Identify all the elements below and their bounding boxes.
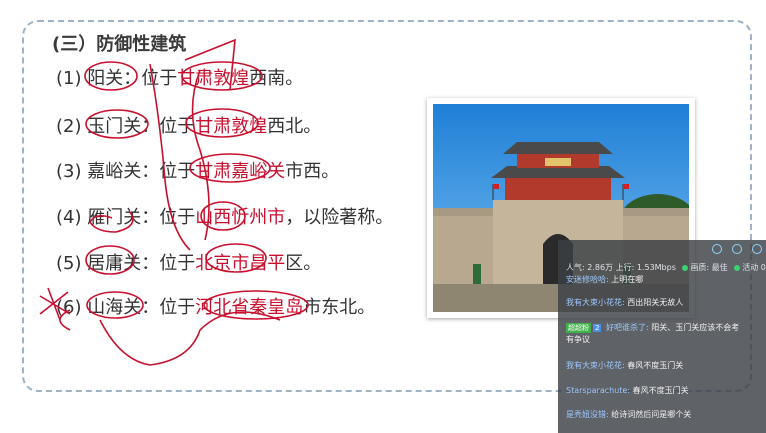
item-sep: ：位于: [141, 161, 196, 182]
chat-message: 超超粉 2 好吧谁杀了: 阳关、玉门关应该不会考: [566, 322, 762, 333]
item-rest: ，以险著称。: [285, 207, 394, 228]
pass-name: 玉门关: [87, 116, 142, 137]
list-item: (2) 玉门关：位于甘肃敦煌西北。: [56, 112, 321, 138]
fan-badge: 超超粉: [566, 323, 591, 333]
item-number: (6): [56, 297, 82, 318]
item-sep: ：位于: [141, 297, 196, 318]
settings-icon[interactable]: [712, 244, 722, 254]
item-number: (2): [56, 116, 82, 137]
pass-name: 山海关: [87, 297, 142, 318]
chat-message: 我有大束小花花: 春风不度玉门关: [566, 360, 762, 371]
pass-name: 阳关: [87, 68, 124, 89]
chat-user[interactable]: 安迷修哈哈:: [566, 275, 609, 284]
list-item: (5) 居庸关：位于北京市昌平区。: [56, 249, 321, 275]
quality-indicator-icon: [682, 264, 689, 271]
stream-stats: 人气: 2.86万 上行: 1.53Mbps 画质: 最佳 活动 0.0: [566, 262, 766, 273]
gift-icon[interactable]: [732, 244, 742, 254]
chat-text: 上明在哪: [611, 275, 644, 284]
live-chat-panel: 人气: 2.86万 上行: 1.53Mbps 画质: 最佳 活动 0.0 安迷修…: [558, 240, 766, 433]
list-item: (4) 雁门关：位于山西忻州市，以险著称。: [56, 203, 393, 229]
place-name: 北京市昌平: [195, 253, 286, 274]
chat-text: 西出阳关无故人: [627, 298, 684, 307]
chat-user[interactable]: 我有大束小花花:: [566, 298, 625, 307]
list-item: (1) 阳关：位于甘肃敦煌西南。: [56, 64, 303, 90]
item-number: (5): [56, 253, 82, 274]
activity-indicator-icon: [734, 264, 741, 271]
place-name: 甘肃敦煌: [195, 116, 268, 137]
item-rest: 西南。: [249, 68, 304, 89]
chat-user[interactable]: Starsparachute:: [566, 386, 630, 395]
item-number: (1): [56, 68, 82, 89]
section-title: (三）防御性建筑: [52, 34, 187, 55]
chat-message-continued: 有争议: [566, 334, 762, 345]
item-sep: ：位于: [141, 253, 196, 274]
chat-user[interactable]: 我有大束小花花:: [566, 361, 625, 370]
chat-user[interactable]: 是秃妞没错:: [566, 410, 609, 419]
chat-text: 阳关、玉门关应该不会考: [651, 323, 740, 332]
level-badge: 2: [593, 324, 602, 332]
place-name: 甘肃嘉峪关: [195, 161, 286, 182]
pass-name: 雁门关: [87, 207, 142, 228]
item-rest: 区。: [285, 253, 322, 274]
place-name: 河北省秦皇岛: [195, 297, 304, 318]
chat-text: 春风不度玉门关: [632, 386, 689, 395]
item-number: (4): [56, 207, 82, 228]
chat-message: 我有大束小花花: 西出阳关无故人: [566, 297, 762, 308]
upload-stat: 上行: 1.53Mbps: [615, 263, 676, 272]
place-name: 甘肃敦煌: [177, 68, 250, 89]
item-rest: 市西。: [285, 161, 340, 182]
item-number: (3): [56, 161, 82, 182]
activity-stat: 活动 0.0: [742, 263, 766, 272]
list-item: (6) 山海关：位于河北省秦皇岛市东北。: [56, 293, 375, 319]
chat-text: 有争议: [566, 335, 590, 344]
popularity-stat: 人气: 2.86万: [566, 263, 614, 272]
item-rest: 市东北。: [303, 297, 376, 318]
chat-message: Starsparachute: 春风不度玉门关: [566, 385, 762, 396]
pass-name: 居庸关: [87, 253, 142, 274]
share-icon[interactable]: [752, 244, 762, 254]
chat-toolbar: [712, 244, 762, 254]
quality-stat: 画质: 最佳: [690, 263, 728, 272]
item-rest: 西北。: [267, 116, 322, 137]
chat-user[interactable]: 好吧谁杀了:: [606, 323, 649, 332]
item-sep: ：位于: [141, 207, 196, 228]
list-item: (3) 嘉峪关：位于甘肃嘉峪关市西。: [56, 157, 339, 183]
item-sep: ：位于: [141, 116, 196, 137]
pass-name: 嘉峪关: [87, 161, 142, 182]
chat-text: 春风不度玉门关: [627, 361, 684, 370]
item-sep: ：位于: [123, 68, 178, 89]
place-name: 山西忻州市: [195, 207, 286, 228]
chat-message: 安迷修哈哈: 上明在哪: [566, 274, 762, 285]
chat-message: 是秃妞没错: 给诗词然后问是哪个关: [566, 409, 762, 420]
chat-text: 给诗词然后问是哪个关: [611, 410, 692, 419]
